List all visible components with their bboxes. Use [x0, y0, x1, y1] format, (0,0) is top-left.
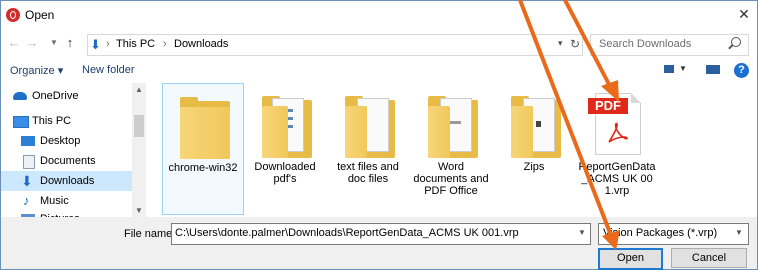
file-item-downloaded-pdfs[interactable]: Downloaded pdf's — [245, 83, 325, 213]
pdf-badge: PDF — [588, 98, 628, 114]
documents-icon — [23, 155, 35, 169]
file-name-input[interactable]: C:\Users\donte.palmer\Downloads\ReportGe… — [171, 223, 591, 245]
organize-button[interactable]: Organize ▾ — [10, 64, 63, 77]
breadcrumb-separator: › — [163, 38, 167, 50]
recent-dropdown-icon[interactable]: ▼ — [47, 35, 61, 51]
open-dialog: Open ✕ ← → ▼ ↑ ⬇ › This PC › Downloads ▾… — [0, 0, 758, 270]
open-button[interactable]: Open — [598, 248, 663, 270]
download-icon: ⬇ — [21, 173, 33, 189]
file-name-label: File name: — [124, 228, 176, 240]
file-list: chrome-win32 Downloaded pdf's text files… — [147, 83, 757, 217]
file-type-select[interactable]: Vision Packages (*.vrp) ▼ — [598, 223, 749, 245]
sidebar-item-this-pc[interactable]: This PC — [1, 111, 132, 131]
view-dropdown-icon[interactable]: ▼ — [679, 64, 687, 73]
breadcrumb-downloads[interactable]: Downloads — [174, 38, 228, 50]
new-folder-button[interactable]: New folder — [82, 64, 135, 76]
file-name: Downloaded pdf's — [254, 161, 316, 185]
file-item-chrome-win32[interactable]: chrome-win32 — [162, 83, 244, 215]
folder-icon — [428, 96, 478, 160]
file-item-zips[interactable]: Zips — [494, 83, 574, 213]
cloud-icon — [13, 92, 27, 100]
folder-icon — [180, 97, 230, 161]
scroll-up-icon[interactable]: ▲ — [135, 85, 143, 94]
sidebar-item-onedrive[interactable]: OneDrive — [1, 86, 132, 106]
command-toolbar: Organize ▾ New folder ▼ ? — [1, 59, 757, 83]
sidebar-item-label: Music — [40, 195, 69, 207]
file-item-text-files[interactable]: text files and doc files — [328, 83, 408, 213]
folder-icon — [262, 96, 312, 160]
sidebar-item-pictures[interactable]: Pictures — [1, 209, 132, 217]
app-icon — [6, 8, 20, 22]
desktop-icon — [21, 136, 35, 146]
sidebar-item-downloads[interactable]: ⬇ Downloads — [1, 171, 132, 191]
chevron-down-icon[interactable]: ▼ — [578, 228, 586, 237]
sidebar-item-label: This PC — [32, 115, 72, 127]
folder-icon — [511, 96, 561, 160]
refresh-icon[interactable]: ↻ — [570, 37, 580, 51]
search-placeholder: Search Downloads — [599, 38, 692, 50]
sidebar-item-music[interactable]: ♪ Music — [1, 191, 132, 211]
cancel-button[interactable]: Cancel — [671, 248, 747, 268]
breadcrumb-this-pc[interactable]: This PC — [116, 38, 155, 50]
back-arrow-icon[interactable]: ← — [7, 35, 21, 51]
pdf-file-icon: PDF — [588, 93, 641, 155]
sidebar-item-label: Pictures — [40, 209, 80, 217]
music-icon: ♪ — [23, 193, 30, 208]
file-name-value: C:\Users\donte.palmer\Downloads\ReportGe… — [175, 227, 519, 239]
scroll-down-icon[interactable]: ▼ — [135, 206, 143, 215]
navigation-pane: OneDrive This PC Desktop Documents ⬇ Dow… — [1, 83, 146, 217]
change-view-icon[interactable] — [664, 65, 674, 73]
help-icon[interactable]: ? — [734, 63, 749, 78]
sidebar-item-documents[interactable]: Documents — [1, 151, 132, 171]
downloads-icon: ⬇ — [90, 37, 101, 52]
file-name: text files and doc files — [337, 161, 399, 185]
file-type-value: Vision Packages (*.vrp) — [603, 227, 718, 239]
sidebar-scrollbar[interactable]: ▲ ▼ — [132, 83, 146, 217]
up-arrow-icon[interactable]: ↑ — [63, 35, 77, 51]
title-bar: Open ✕ — [1, 1, 757, 29]
breadcrumb-separator: › — [106, 38, 110, 50]
file-name: chrome-win32 — [168, 162, 238, 174]
preview-pane-icon[interactable] — [706, 65, 720, 74]
file-item-reportgendata[interactable]: PDF ReportGenData_ACMS UK 001.vrp — [577, 83, 657, 213]
search-icon — [731, 37, 741, 47]
scrollbar-thumb[interactable] — [134, 115, 144, 137]
close-icon[interactable]: ✕ — [735, 5, 753, 23]
dialog-title: Open — [25, 8, 55, 22]
sidebar-item-label: Documents — [40, 155, 96, 167]
dialog-footer: File name: C:\Users\donte.palmer\Downloa… — [1, 217, 757, 270]
file-item-word-documents[interactable]: Word documents and PDF Office — [411, 83, 491, 213]
sidebar-item-desktop[interactable]: Desktop — [1, 131, 132, 151]
search-input[interactable]: Search Downloads — [590, 34, 749, 56]
sidebar-item-label: Downloads — [40, 175, 95, 187]
address-dropdown-icon[interactable]: ▾ — [558, 38, 563, 49]
address-bar[interactable]: ⬇ › This PC › Downloads ▾ ↻ — [87, 34, 583, 56]
sidebar-item-label: Desktop — [40, 135, 81, 147]
computer-icon — [13, 116, 29, 128]
navigation-bar: ← → ▼ ↑ ⬇ › This PC › Downloads ▾ ↻ Sear… — [1, 29, 757, 59]
folder-icon — [345, 96, 395, 160]
forward-arrow-icon[interactable]: → — [25, 35, 39, 51]
file-name: Word documents and PDF Office — [413, 161, 489, 197]
chevron-down-icon: ▼ — [735, 228, 743, 237]
acrobat-icon — [608, 122, 628, 143]
sidebar-item-label: OneDrive — [32, 90, 79, 102]
file-name: Zips — [523, 161, 545, 173]
file-name: ReportGenData_ACMS UK 001.vrp — [578, 161, 656, 197]
